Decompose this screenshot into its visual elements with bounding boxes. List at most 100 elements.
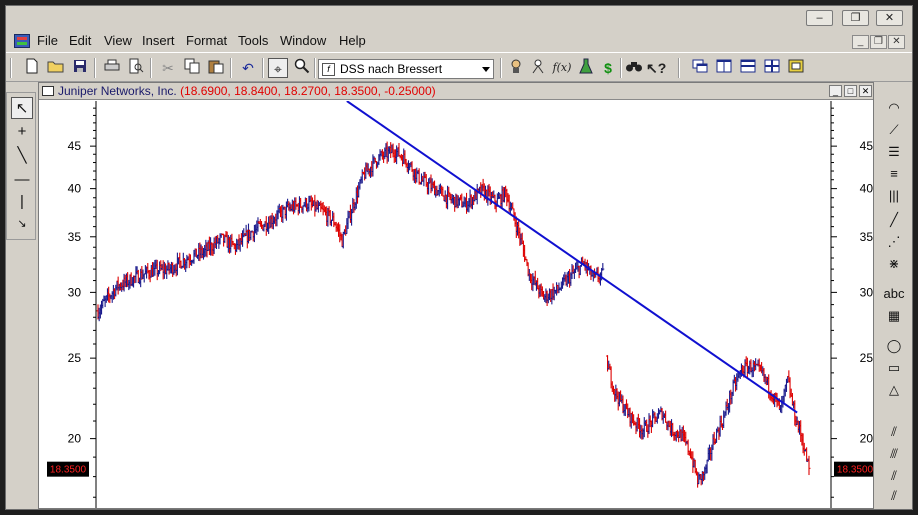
cut-icon[interactable]: ✂ — [158, 58, 178, 78]
dollar-icon[interactable]: $ — [598, 58, 618, 78]
chart-window-titlebar: Juniper Networks, Inc. (18.6900, 18.8400… — [39, 83, 873, 100]
andrews-pitchfork-icon[interactable]: ⫽ — [882, 422, 906, 442]
chart-close-button[interactable]: ✕ — [859, 85, 872, 97]
toolbar-separator — [678, 58, 680, 78]
gann-grid-icon[interactable]: ⋇ — [882, 254, 906, 274]
mdi-minimize-button[interactable]: _ — [852, 35, 869, 49]
rectangle-icon[interactable]: ▭ — [882, 358, 906, 378]
toolbar-separator — [94, 58, 96, 78]
cascade-windows-icon[interactable] — [690, 58, 710, 78]
menu-file[interactable]: File — [37, 33, 58, 48]
save-icon[interactable] — [70, 58, 90, 78]
trendline[interactable] — [346, 101, 798, 414]
table-icon[interactable]: ▦ — [882, 306, 906, 326]
insert-study-icon[interactable] — [506, 58, 526, 78]
triangle-icon[interactable]: △ — [882, 380, 906, 400]
menu-bar: File Edit View Insert Format Tools Windo… — [6, 30, 912, 52]
regression-channel-icon[interactable]: ⫽ — [882, 466, 906, 486]
y-tick-label-right: 20 — [860, 432, 873, 446]
workspace-icon[interactable] — [786, 58, 806, 78]
study-select[interactable]: f DSS nach Bressert — [318, 59, 494, 79]
chart-restore-button[interactable]: □ — [844, 85, 857, 97]
function-icon: f — [322, 63, 335, 76]
insert-analysis-icon[interactable] — [528, 58, 548, 78]
chart-window-icon[interactable] — [42, 86, 54, 96]
fibonacci-time-icon[interactable]: ≡ — [882, 164, 906, 184]
horizontal-line-icon[interactable]: — — [11, 169, 33, 191]
minimize-button[interactable]: – — [806, 10, 833, 26]
pointer-icon[interactable]: ↖ — [11, 97, 33, 119]
y-tick-label-right: 35 — [860, 230, 873, 244]
speed-fan-icon[interactable]: ⟋ — [882, 120, 906, 140]
toolbar-separator — [150, 58, 152, 78]
y-tick-label-right: 45 — [860, 139, 873, 153]
application-window: – ❐ ✕ File Edit View Insert Format Tools… — [5, 5, 913, 510]
maximize-button[interactable]: ❐ — [842, 10, 869, 26]
y-tick-label-left: 45 — [68, 139, 82, 153]
title-bar: – ❐ ✕ — [6, 6, 912, 30]
gann-fan-icon[interactable]: ⋰ — [882, 232, 906, 252]
new-file-icon[interactable] — [22, 58, 42, 78]
close-button[interactable]: ✕ — [876, 10, 903, 26]
fibonacci-retracement-icon[interactable]: ☰ — [882, 142, 906, 162]
help-cursor-icon[interactable]: ↖? — [646, 58, 666, 78]
y-tick-label-left: 40 — [68, 182, 82, 196]
chart-axes — [90, 101, 837, 508]
menu-insert[interactable]: Insert — [142, 33, 175, 48]
y-tick-label-right: 40 — [860, 182, 873, 196]
copy-icon[interactable] — [182, 58, 202, 78]
chart-window-title: Juniper Networks, Inc. (18.6900, 18.8400… — [58, 84, 436, 98]
mdi-restore-button[interactable]: ❐ — [870, 35, 887, 49]
price-bars — [96, 141, 811, 488]
cycle-lines-icon[interactable]: ||| — [882, 186, 906, 206]
undo-icon[interactable]: ↶ — [238, 58, 258, 78]
chevron-down-icon[interactable] — [482, 67, 490, 72]
mdi-close-button[interactable]: ✕ — [888, 35, 905, 49]
toolbar-separator — [230, 58, 232, 78]
crosshair-icon[interactable]: + — [11, 121, 33, 143]
chart-minimize-button[interactable]: _ — [829, 85, 842, 97]
tile-horizontal-icon[interactable] — [738, 58, 758, 78]
gann-line-icon[interactable]: ╱ — [882, 210, 906, 230]
price-chart[interactable]: 45 45 40 40 35 35 30 30 25 25 20 20 18.3500 18.3500 — [39, 101, 873, 508]
y-tick-label-right: 25 — [860, 351, 873, 365]
drawing-tools-right: ◜◝ ⟋ ☰ ≡ ||| ╱ ⋰ ⋇ abc ▦ ◯ ▭ △ ⫽ ⫻ ⫽ ⫽ — [876, 92, 912, 509]
symbol-name: Juniper Networks, Inc. — [58, 84, 177, 98]
axis-labels: 45 45 40 40 35 35 30 30 25 25 20 20 18.3500 18.3500 — [47, 139, 873, 477]
arrow-icon[interactable]: ↘ — [11, 213, 33, 235]
last-price-label-left: 18.3500 — [50, 465, 87, 476]
toolbar-separator — [500, 58, 502, 78]
menu-view[interactable]: View — [104, 33, 132, 48]
tile-vertical-icon[interactable] — [714, 58, 734, 78]
paste-icon[interactable] — [206, 58, 226, 78]
vertical-line-icon[interactable]: | — [11, 191, 33, 213]
zoom-icon[interactable] — [292, 58, 312, 78]
menu-window[interactable]: Window — [280, 33, 326, 48]
open-folder-icon[interactable] — [46, 58, 66, 78]
tile-grid-icon[interactable] — [762, 58, 782, 78]
print-icon[interactable] — [102, 58, 122, 78]
y-tick-label-right: 30 — [860, 285, 873, 299]
menu-format[interactable]: Format — [186, 33, 227, 48]
ellipse-icon[interactable]: ◯ — [882, 336, 906, 356]
app-icon[interactable] — [14, 34, 30, 48]
menu-help[interactable]: Help — [339, 33, 366, 48]
drawing-tools-left: ↖ + ╲ — | ↘ — [6, 92, 36, 240]
binoculars-icon[interactable] — [624, 58, 644, 78]
text-label-icon[interactable]: abc — [882, 284, 906, 304]
toolbar-separator — [314, 58, 316, 78]
print-preview-icon[interactable] — [126, 58, 146, 78]
toolbar: ✂ ↶ ⌖ f DSS nach Bressert f(x) $ ↖? — [6, 52, 912, 82]
menu-edit[interactable]: Edit — [69, 33, 91, 48]
y-tick-label-left: 35 — [68, 230, 82, 244]
function-editor-icon[interactable]: f(x) — [552, 58, 572, 78]
channel-icon[interactable]: ⫽ — [882, 488, 906, 504]
speed-arc-icon[interactable]: ◜◝ — [882, 98, 906, 118]
parallel-lines-icon[interactable]: ⫻ — [882, 444, 906, 464]
trendline-icon[interactable]: ╲ — [11, 145, 33, 167]
y-tick-label-left: 30 — [68, 285, 82, 299]
menu-tools[interactable]: Tools — [238, 33, 268, 48]
crosshair-icon[interactable]: ⌖ — [268, 58, 288, 78]
last-price-label-right: 18.3500 — [837, 465, 873, 476]
scanner-icon[interactable] — [576, 58, 596, 78]
